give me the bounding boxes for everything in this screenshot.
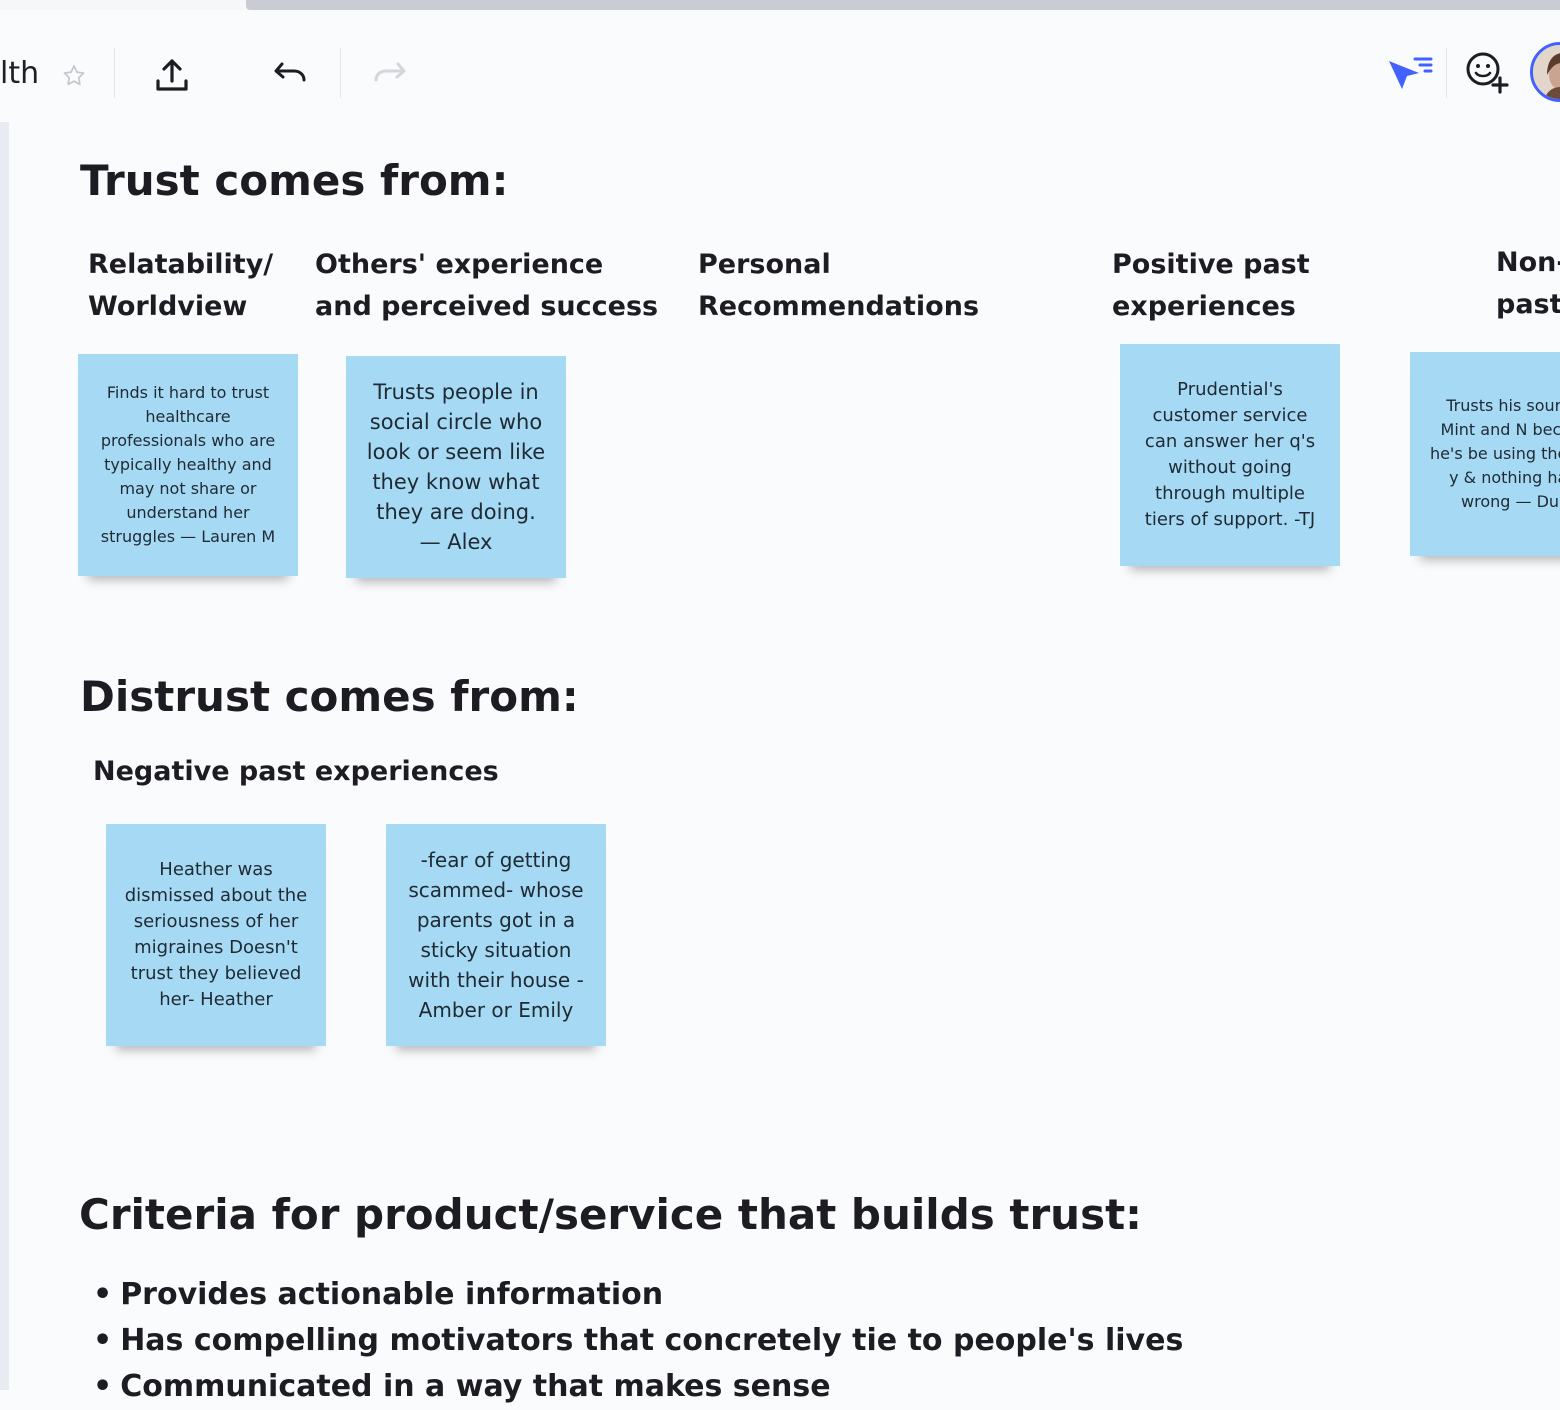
distrust-column-title: Negative past experiences <box>93 756 499 787</box>
redo-icon[interactable] <box>366 56 412 94</box>
trust-column-title: Personal Recommendations <box>698 249 980 322</box>
sticky-note-text: Finds it hard to trust healthcare profes… <box>100 383 276 546</box>
sticky-note-text: Trusts his sour like Mint and N because … <box>1429 396 1560 511</box>
board-name[interactable]: lth <box>0 56 39 92</box>
sticky-note[interactable]: Heather was dismissed about the seriousn… <box>106 824 326 1046</box>
trust-column-title: Non- past <box>1496 247 1560 320</box>
sticky-note-text: Trusts people in social circle who look … <box>366 380 546 554</box>
star-icon[interactable] <box>58 60 90 92</box>
share-upload-icon[interactable] <box>148 52 196 98</box>
add-reaction-icon[interactable] <box>1460 48 1514 98</box>
trust-heading: Trust comes from: <box>80 156 509 205</box>
trust-column-title: Others' experience and perceived success <box>315 249 659 322</box>
criteria-item: Communicated in a way that makes sense <box>93 1364 1183 1410</box>
cursor-filter-icon[interactable] <box>1384 52 1434 96</box>
criteria-heading: Criteria for product/service that builds… <box>79 1190 1142 1239</box>
sticky-note[interactable]: Trusts his sour like Mint and N because … <box>1410 352 1560 556</box>
criteria-item: Has compelling motivators that concretel… <box>93 1318 1183 1364</box>
window-top-strip <box>0 0 1560 10</box>
criteria-list: Provides actionable information Has comp… <box>93 1272 1183 1410</box>
sticky-note-text: -fear of getting scammed- whose parents … <box>408 848 584 1022</box>
horizontal-scrollbar[interactable] <box>246 0 1560 10</box>
sticky-note-text: Prudential's customer service can answer… <box>1144 379 1316 530</box>
distrust-heading: Distrust comes from: <box>80 672 579 721</box>
toolbar-divider <box>1446 48 1447 98</box>
sticky-note[interactable]: -fear of getting scammed- whose parents … <box>386 824 606 1046</box>
left-rail <box>0 122 9 1390</box>
toolbar-divider <box>114 48 115 98</box>
criteria-item: Provides actionable information <box>93 1272 1183 1318</box>
trust-column-title: Relatability/ Worldview <box>88 249 274 322</box>
sticky-note[interactable]: Finds it hard to trust healthcare profes… <box>78 354 298 576</box>
sticky-note-text: Heather was dismissed about the seriousn… <box>124 859 308 1010</box>
trust-column-title: Positive past experiences <box>1112 249 1310 322</box>
undo-icon[interactable] <box>268 56 314 94</box>
sticky-note[interactable]: Trusts people in social circle who look … <box>346 356 566 578</box>
toolbar-divider <box>340 48 341 98</box>
sticky-note[interactable]: Prudential's customer service can answer… <box>1120 344 1340 566</box>
user-avatar[interactable] <box>1530 42 1560 102</box>
